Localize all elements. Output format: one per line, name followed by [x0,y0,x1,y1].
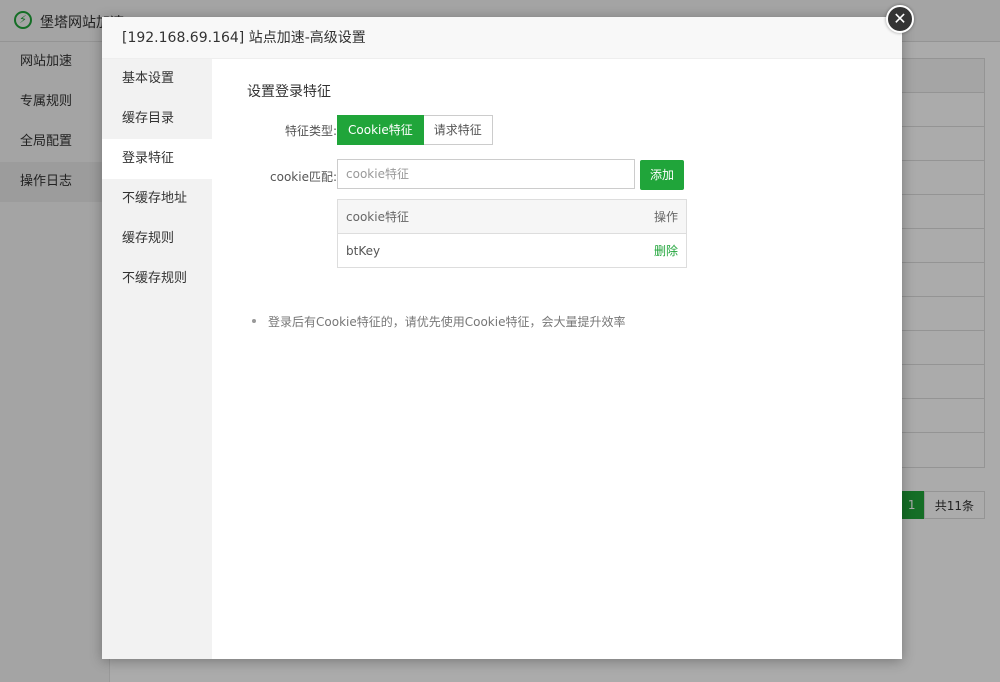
delete-link[interactable]: 删除 [654,244,678,258]
column-cookie-feature: cookie特征 [337,199,569,234]
tab-no-cache-urls[interactable]: 不缓存地址 [102,179,212,219]
table-row: btKey 删除 [337,233,687,268]
cookie-feature-value: btKey [337,233,569,268]
tip-item: 登录后有Cookie特征的，请优先使用Cookie特征，会大量提升效率 [252,313,625,330]
cookie-feature-button[interactable]: Cookie特征 [337,115,424,145]
dialog-body: 基本设置 缓存目录 登录特征 不缓存地址 缓存规则 不缓存规则 设置登录特征 特… [102,59,902,659]
settings-tab-nav: 基本设置 缓存目录 登录特征 不缓存地址 缓存规则 不缓存规则 [102,59,212,659]
tab-login-features[interactable]: 登录特征 [102,139,212,179]
add-button[interactable]: 添加 [640,160,685,190]
tips-list: 登录后有Cookie特征的，请优先使用Cookie特征，会大量提升效率 [252,313,625,330]
close-icon[interactable]: ✕ [886,5,914,33]
tab-cache-dirs[interactable]: 缓存目录 [102,99,212,139]
dialog-title: [192.168.69.164] 站点加速-高级设置 [102,17,902,59]
tab-basic-settings[interactable]: 基本设置 [102,59,212,99]
column-actions: 操作 [568,199,687,234]
feature-type-label: 特征类型: [284,124,337,138]
advanced-settings-dialog: [192.168.69.164] 站点加速-高级设置 ✕ 基本设置 缓存目录 登… [102,5,914,659]
cookie-feature-input[interactable] [337,159,635,189]
table-header-row: cookie特征 操作 [337,199,687,234]
section-title: 设置登录特征 [247,84,331,100]
tab-cache-rules[interactable]: 缓存规则 [102,219,212,259]
request-feature-button[interactable]: 请求特征 [423,115,493,145]
login-features-panel: 设置登录特征 特征类型: Cookie特征 请求特征 cookie匹配: 添加 … [212,59,902,659]
tab-no-cache-rules[interactable]: 不缓存规则 [102,259,212,299]
cookie-feature-table: cookie特征 操作 btKey 删除 [337,199,687,268]
cookie-match-label: cookie匹配: [270,170,337,184]
feature-type-toggle: Cookie特征 请求特征 [337,115,493,145]
